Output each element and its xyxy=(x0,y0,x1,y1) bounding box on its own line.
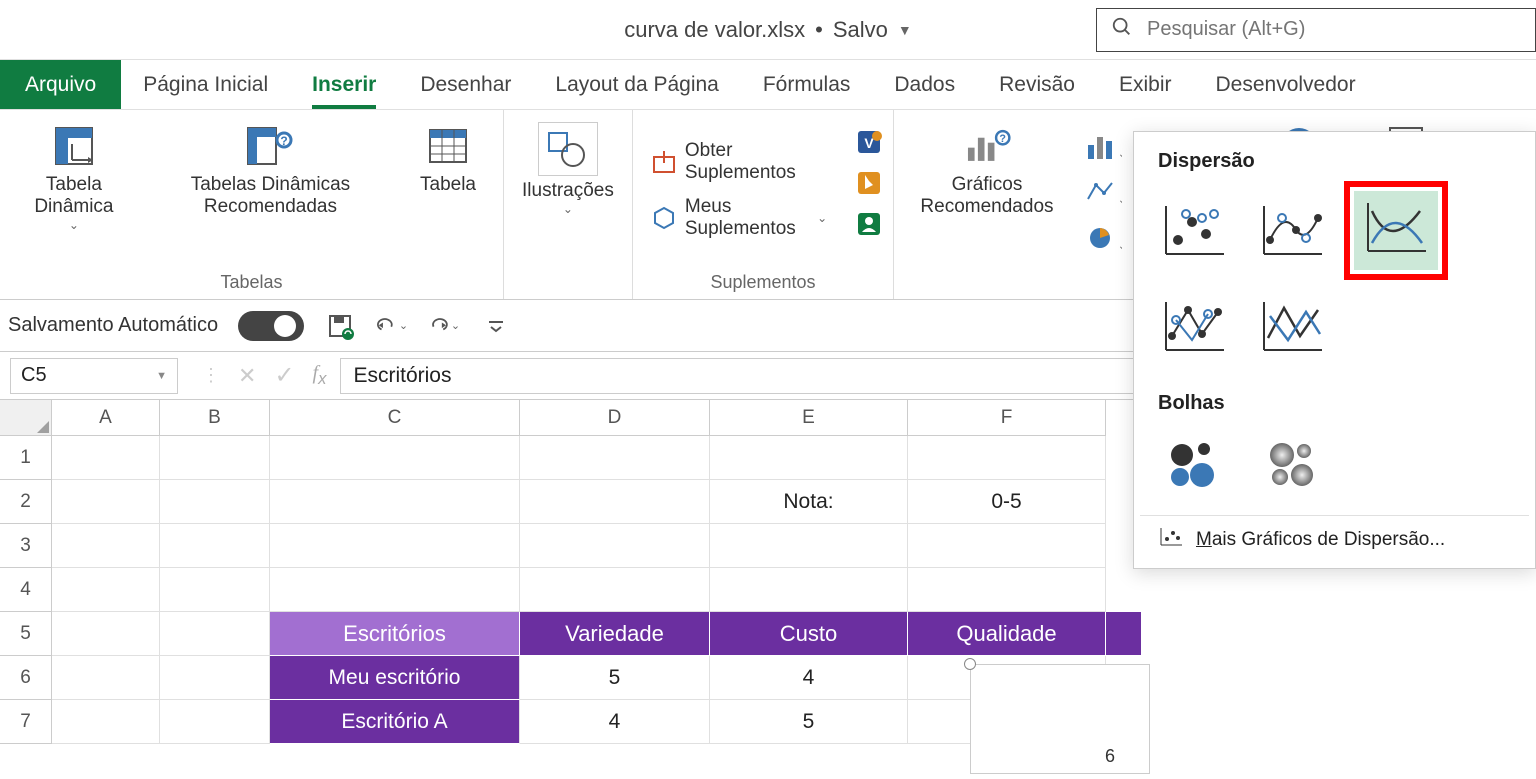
save-status: Salvo xyxy=(833,17,888,43)
svg-text:⌄: ⌄ xyxy=(1118,149,1122,160)
ribbon-group-illustrations: Ilustrações ⌄ xyxy=(504,110,633,299)
pivot-table-icon xyxy=(50,122,98,170)
col-header[interactable]: F xyxy=(908,400,1106,436)
scatter-mini-icon xyxy=(1158,526,1184,554)
tab-formulas[interactable]: Fórmulas xyxy=(741,60,873,109)
svg-text:⌄: ⌄ xyxy=(1118,241,1122,252)
autosave-label: Salvamento Automático xyxy=(8,314,218,337)
col-header[interactable]: D xyxy=(520,400,710,436)
bubble-2d-button[interactable] xyxy=(1158,433,1230,495)
tab-view[interactable]: Exibir xyxy=(1097,60,1194,109)
search-input[interactable] xyxy=(1147,18,1521,41)
bubble-3d-button[interactable] xyxy=(1256,433,1328,495)
scatter-markers-only-button[interactable] xyxy=(1158,191,1230,270)
save-icon[interactable] xyxy=(324,310,356,342)
get-addins-button[interactable]: Obter Suplementos xyxy=(643,136,835,188)
people-icon[interactable] xyxy=(855,210,883,243)
filename: curva de valor.xlsx xyxy=(624,17,805,43)
row-header[interactable]: 2 xyxy=(0,480,52,524)
scatter-chart-dropdown: Dispersão Bolhas Mais Gráfico xyxy=(1133,131,1536,569)
my-addins-button[interactable]: Meus Suplementos ⌄ xyxy=(643,192,835,244)
visio-icon[interactable]: V xyxy=(855,128,883,161)
ribbon-group-tables: Tabela Dinâmica ⌄ ? Tabelas Dinâmicas Re… xyxy=(0,110,504,299)
scatter-straight-lines-button[interactable] xyxy=(1256,296,1328,358)
tab-home[interactable]: Página Inicial xyxy=(121,60,290,109)
scatter-section-title: Dispersão xyxy=(1140,136,1529,183)
chart-bar-button[interactable]: ⌄ xyxy=(1076,124,1132,168)
illustrations-icon xyxy=(538,122,598,176)
scatter-smooth-markers-button[interactable] xyxy=(1256,191,1328,270)
addins-icon xyxy=(651,205,677,231)
row-header[interactable]: 5 xyxy=(0,612,52,656)
recommended-pivot-icon: ? xyxy=(246,122,294,170)
undo-icon[interactable]: ⌄ xyxy=(376,310,408,342)
row-header[interactable]: 1 xyxy=(0,436,52,480)
bing-icon[interactable] xyxy=(855,169,883,202)
tab-file[interactable]: Arquivo xyxy=(0,60,121,109)
col-header[interactable]: C xyxy=(270,400,520,436)
fx-icon[interactable]: fx xyxy=(313,362,327,389)
recommended-charts-icon: ? xyxy=(963,122,1011,170)
illustrations-button[interactable]: Ilustrações ⌄ xyxy=(514,118,622,220)
tab-developer[interactable]: Desenvolvedor xyxy=(1193,60,1377,109)
recommended-charts-button[interactable]: ? Gráficos Recomendados xyxy=(904,118,1070,222)
store-icon xyxy=(651,149,677,175)
redo-icon[interactable]: ⌄ xyxy=(428,310,460,342)
scatter-straight-markers-button[interactable] xyxy=(1158,296,1230,358)
col-header[interactable]: E xyxy=(710,400,908,436)
more-scatter-charts-button[interactable]: Mais Gráficos de Dispersão... xyxy=(1140,515,1529,568)
row-header[interactable]: 7 xyxy=(0,700,52,744)
document-title[interactable]: curva de valor.xlsx • Salvo ▼ xyxy=(624,17,912,43)
row-header[interactable]: 6 xyxy=(0,656,52,700)
title-bar: curva de valor.xlsx • Salvo ▼ xyxy=(0,0,1536,60)
svg-text:?: ? xyxy=(281,134,288,148)
cancel-formula-icon[interactable]: ✕ xyxy=(238,363,256,389)
chart-pie-button[interactable]: ⌄ xyxy=(1076,216,1132,260)
col-header[interactable]: B xyxy=(160,400,270,436)
row-header[interactable]: 3 xyxy=(0,524,52,568)
autosave-toggle[interactable] xyxy=(238,311,304,341)
chart-axis-value: 6 xyxy=(1105,746,1115,767)
select-all-corner[interactable] xyxy=(0,400,52,436)
row-header[interactable]: 4 xyxy=(0,568,52,612)
tab-review[interactable]: Revisão xyxy=(977,60,1097,109)
table-button[interactable]: Tabela xyxy=(403,118,493,200)
scatter-smooth-lines-button[interactable] xyxy=(1344,181,1448,280)
chart-resize-handle[interactable] xyxy=(964,658,976,670)
chart-line-button[interactable]: ⌄ xyxy=(1076,170,1132,214)
embedded-chart-object[interactable]: 6 xyxy=(970,664,1150,774)
svg-text:?: ? xyxy=(999,133,1006,145)
search-icon xyxy=(1111,16,1133,44)
tab-data[interactable]: Dados xyxy=(872,60,977,109)
dots-icon[interactable]: ⋮ xyxy=(202,365,220,386)
ribbon-group-addins: Obter Suplementos Meus Suplementos ⌄ V S… xyxy=(633,110,894,299)
bubble-section-title: Bolhas xyxy=(1140,378,1529,425)
tab-insert[interactable]: Inserir xyxy=(290,60,398,109)
ribbon-tabs: Arquivo Página Inicial Inserir Desenhar … xyxy=(0,60,1536,110)
search-box[interactable] xyxy=(1096,8,1536,52)
table-icon xyxy=(424,122,472,170)
customize-qat-icon[interactable] xyxy=(480,310,512,342)
svg-text:⌄: ⌄ xyxy=(1118,195,1122,206)
col-header[interactable]: A xyxy=(52,400,160,436)
chevron-down-icon[interactable]: ▼ xyxy=(898,22,912,38)
recommended-pivot-button[interactable]: ? Tabelas Dinâmicas Recomendadas xyxy=(144,118,397,222)
pivot-table-button[interactable]: Tabela Dinâmica ⌄ xyxy=(10,118,138,236)
name-box[interactable]: C5 ▼ xyxy=(10,358,178,394)
tab-layout[interactable]: Layout da Página xyxy=(533,60,740,109)
tab-draw[interactable]: Desenhar xyxy=(398,60,533,109)
enter-formula-icon[interactable]: ✓ xyxy=(274,361,294,390)
group-label-tables: Tabelas xyxy=(10,272,493,295)
group-label-addins: Suplementos xyxy=(643,272,883,295)
